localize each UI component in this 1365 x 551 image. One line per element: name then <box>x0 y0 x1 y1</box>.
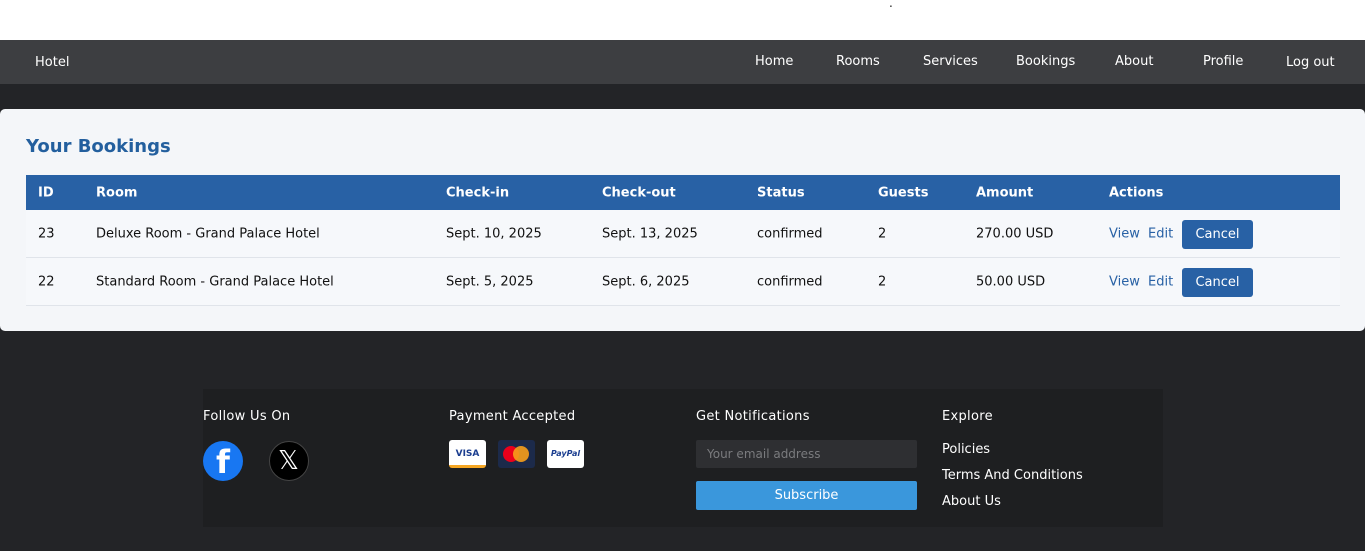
footer: Follow Us On f 𝕏 Payment Accepted VISA P… <box>203 389 1163 527</box>
notifications-title: Get Notifications <box>696 409 810 424</box>
cell-guests: 2 <box>878 226 887 241</box>
about-us-link[interactable]: About Us <box>942 494 1001 509</box>
nav-services[interactable]: Services <box>923 54 978 69</box>
brand-logo[interactable]: Hotel <box>35 55 69 70</box>
nav-rooms[interactable]: Rooms <box>836 54 880 69</box>
nav-bookings[interactable]: Bookings <box>1016 54 1075 69</box>
header-guests: Guests <box>878 185 929 200</box>
bookings-card: Your Bookings ID Room Check-in Check-out… <box>0 109 1365 331</box>
edit-link[interactable]: Edit <box>1148 274 1173 289</box>
terms-link[interactable]: Terms And Conditions <box>942 468 1083 483</box>
cell-id: 23 <box>38 226 55 241</box>
payment-title: Payment Accepted <box>449 409 576 424</box>
header-check-out: Check-out <box>602 185 676 200</box>
cancel-button[interactable]: Cancel <box>1182 220 1253 249</box>
top-dot: . <box>889 0 893 10</box>
header-amount: Amount <box>976 185 1034 200</box>
table-header: ID Room Check-in Check-out Status Guests… <box>26 175 1340 210</box>
table-row: 23 Deluxe Room - Grand Palace Hotel Sept… <box>26 210 1340 258</box>
paypal-icon: PayPal <box>547 440 584 468</box>
page-title: Your Bookings <box>26 136 171 157</box>
cell-amount: 50.00 USD <box>976 274 1046 289</box>
cancel-button[interactable]: Cancel <box>1182 268 1253 297</box>
cell-guests: 2 <box>878 274 887 289</box>
mastercard-icon <box>498 440 535 468</box>
header-check-in: Check-in <box>446 185 510 200</box>
visa-icon: VISA <box>449 440 486 468</box>
table-row: 22 Standard Room - Grand Palace Hotel Se… <box>26 258 1340 306</box>
top-strip: . <box>0 0 1365 40</box>
bookings-table: ID Room Check-in Check-out Status Guests… <box>26 175 1340 306</box>
edit-link[interactable]: Edit <box>1148 226 1173 241</box>
facebook-icon[interactable]: f <box>203 441 243 481</box>
cell-check-in: Sept. 5, 2025 <box>446 274 534 289</box>
nav-profile[interactable]: Profile <box>1203 54 1243 69</box>
header-status: Status <box>757 185 805 200</box>
follow-title: Follow Us On <box>203 409 291 424</box>
cell-id: 22 <box>38 274 55 289</box>
explore-title: Explore <box>942 409 993 424</box>
view-link[interactable]: View <box>1109 274 1140 289</box>
email-field[interactable] <box>696 440 917 468</box>
cell-room: Deluxe Room - Grand Palace Hotel <box>96 226 320 241</box>
subscribe-button[interactable]: Subscribe <box>696 481 917 510</box>
cell-check-in: Sept. 10, 2025 <box>446 226 542 241</box>
nav-logout[interactable]: Log out <box>1286 55 1335 70</box>
cell-check-out: Sept. 6, 2025 <box>602 274 690 289</box>
view-link[interactable]: View <box>1109 226 1140 241</box>
cell-room: Standard Room - Grand Palace Hotel <box>96 274 334 289</box>
header-actions: Actions <box>1109 185 1164 200</box>
cell-status: confirmed <box>757 274 823 289</box>
cell-check-out: Sept. 13, 2025 <box>602 226 698 241</box>
header-room: Room <box>96 185 138 200</box>
x-icon[interactable]: 𝕏 <box>269 441 309 481</box>
navbar: Hotel Home Rooms Services Bookings About… <box>0 40 1365 84</box>
nav-home[interactable]: Home <box>755 54 793 69</box>
cell-status: confirmed <box>757 226 823 241</box>
nav-about[interactable]: About <box>1115 54 1153 69</box>
policies-link[interactable]: Policies <box>942 442 990 457</box>
cell-amount: 270.00 USD <box>976 226 1054 241</box>
header-id: ID <box>38 185 54 200</box>
